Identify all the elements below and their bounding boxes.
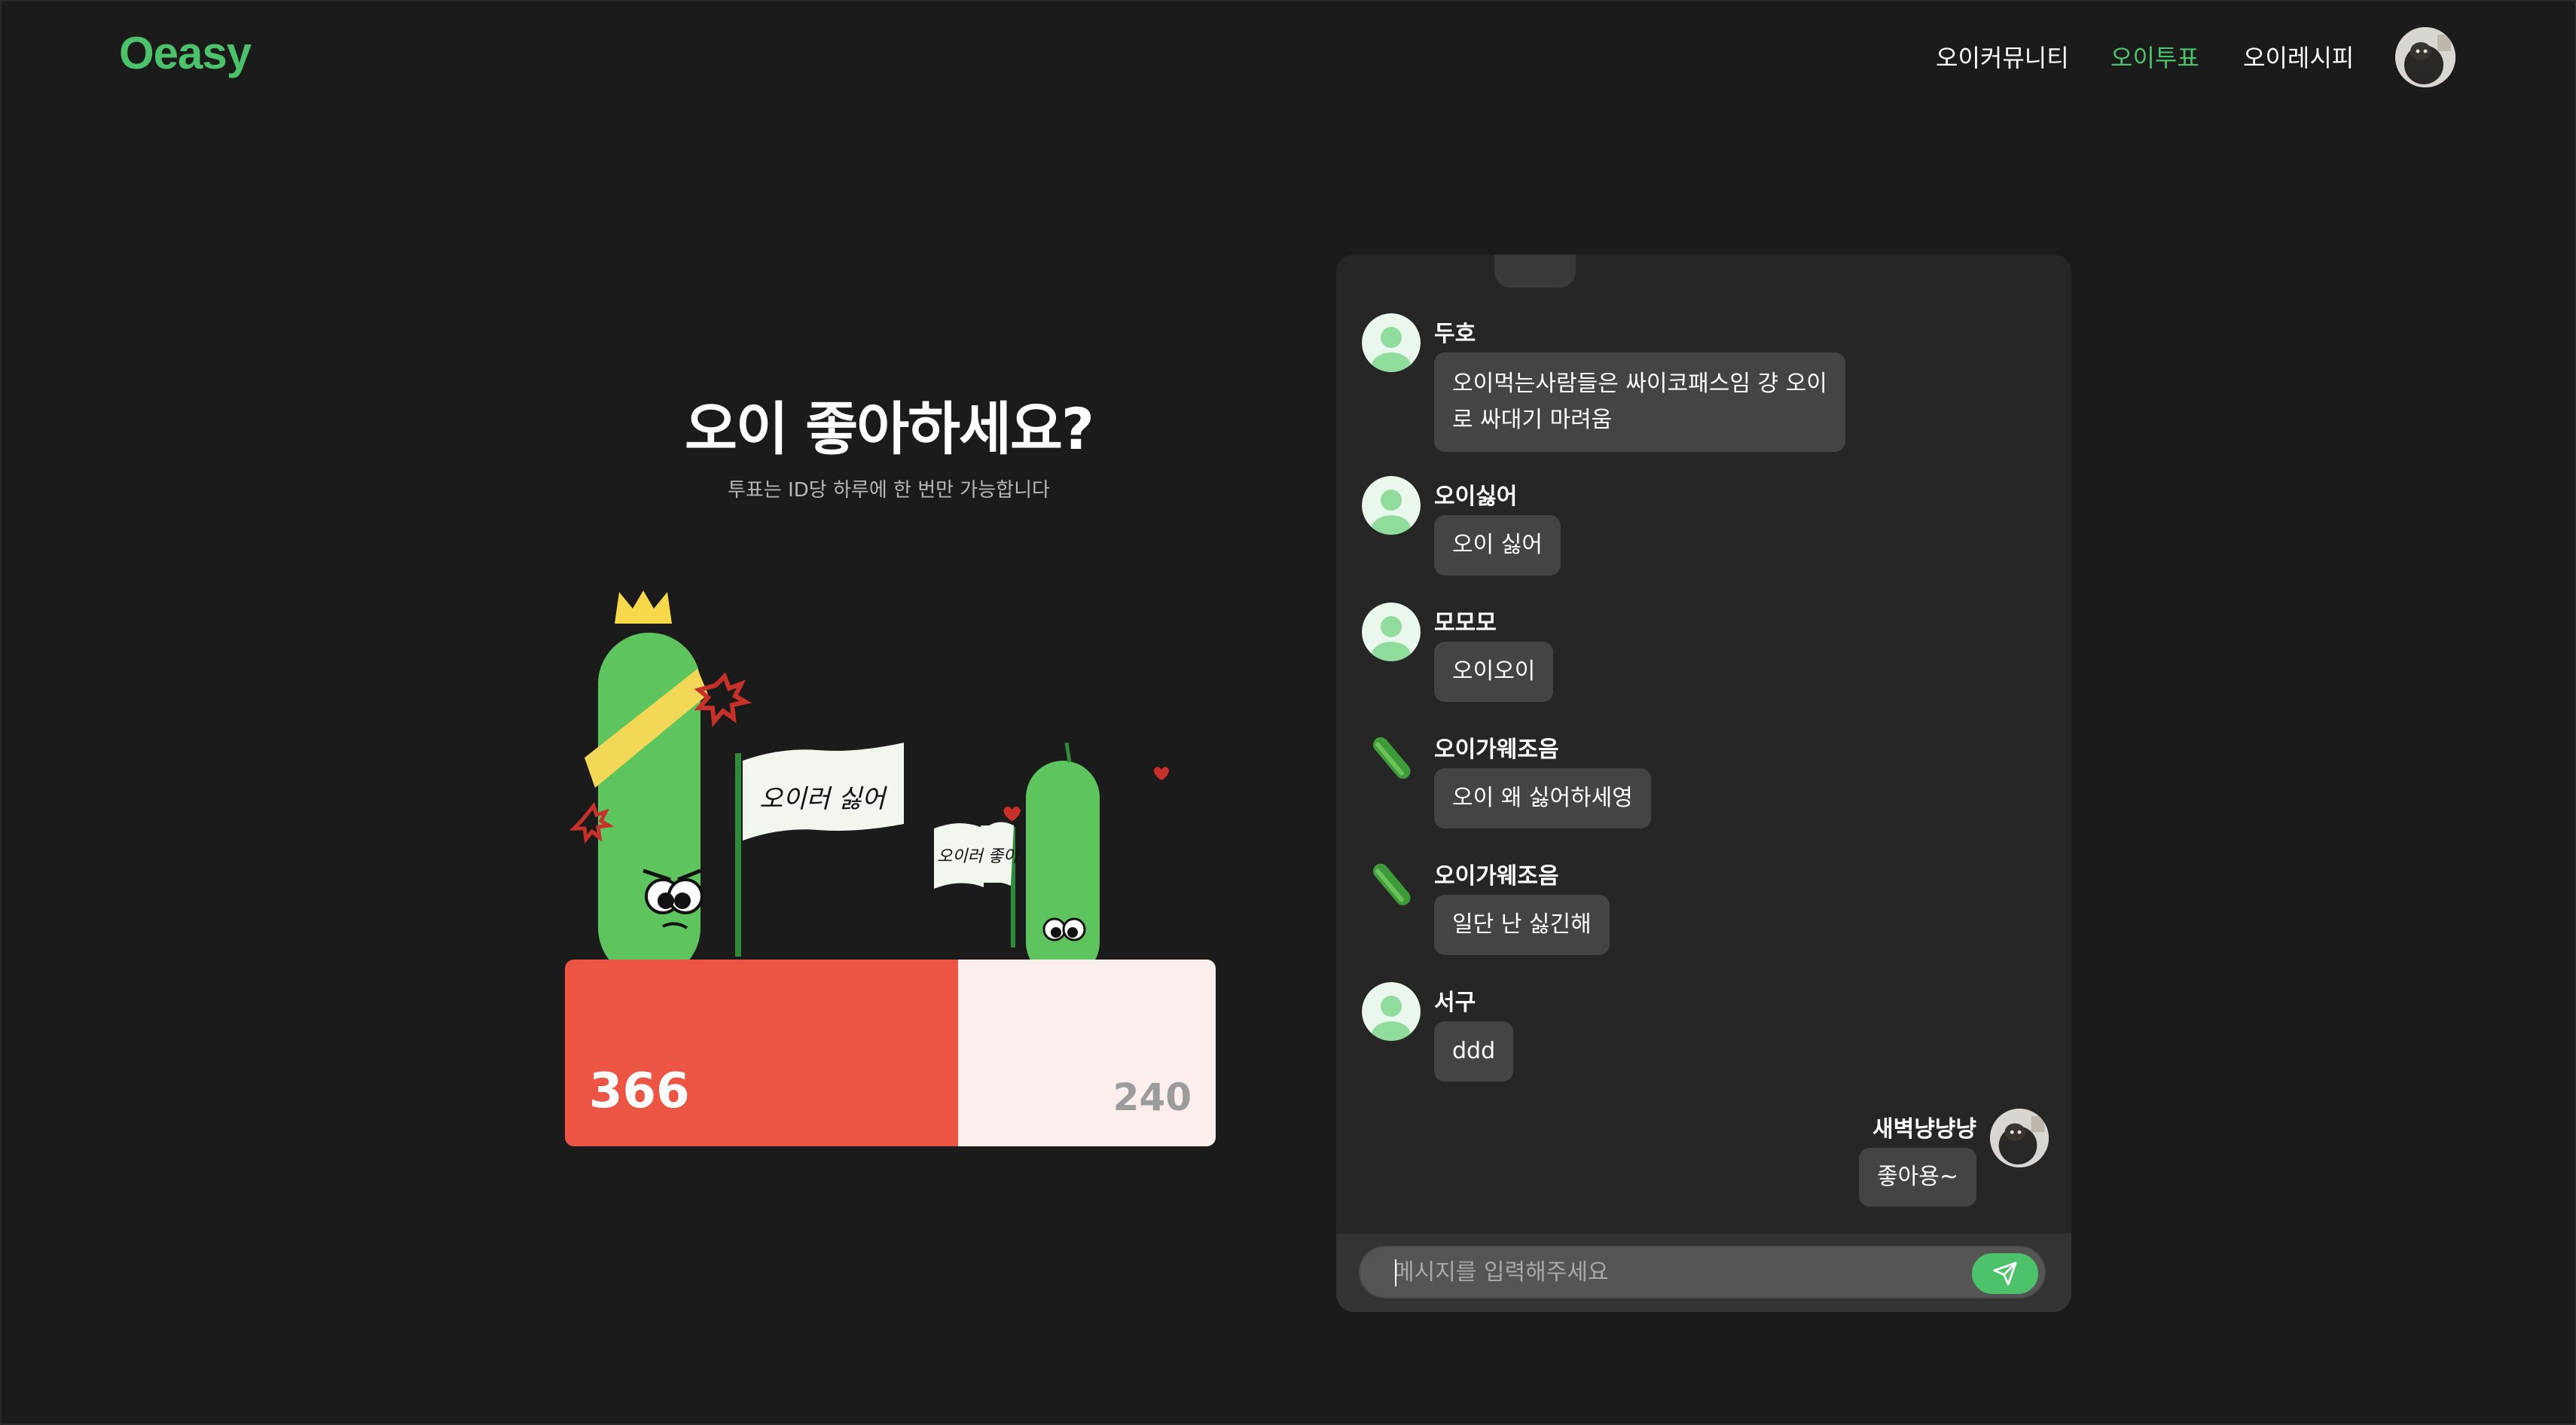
text-caret xyxy=(1395,1259,1396,1286)
send-button[interactable] xyxy=(1972,1253,2038,1294)
hate-flag: 오이러 싫어 xyxy=(735,743,904,957)
message-author: 오이가웨조음 xyxy=(1434,863,1559,889)
chat-message-input[interactable] xyxy=(1393,1247,1966,1297)
vote-subtitle: 투표는 ID당 하루에 한 번만 가능합니다 xyxy=(728,479,1050,502)
vote-title: 오이 좋아하세요? xyxy=(685,395,1094,462)
message-author: 모모모 xyxy=(1434,610,1497,636)
like-count: 240 xyxy=(1113,1076,1192,1119)
message-author: 새벽냥냥냥 xyxy=(1872,1116,1976,1143)
message-bubble: 오이 싫어 xyxy=(1434,515,1561,575)
message-bubble: 일단 난 싫긴해 xyxy=(1434,895,1610,955)
message-bubble: 오이오이 xyxy=(1434,642,1554,702)
dislike-count: 366 xyxy=(589,1063,690,1119)
message-author: 서구 xyxy=(1434,990,1476,1016)
happy-cucumber-icon xyxy=(1003,742,1169,964)
cucumber-avatar-icon xyxy=(1362,856,1421,914)
nav-vote[interactable]: 오이투표 xyxy=(2111,39,2199,74)
profile-avatar[interactable] xyxy=(2395,27,2455,87)
cucumber-avatar-icon xyxy=(1362,729,1421,788)
my-chat-message: 새벽냥냥냥 좋아용~ xyxy=(1747,1109,2049,1207)
chat-input-bar xyxy=(1336,1234,2071,1312)
dislike-vote-segment[interactable]: 366 xyxy=(565,960,958,1146)
like-vote-segment[interactable]: 240 xyxy=(957,960,1216,1146)
message-bubble: ddd xyxy=(1434,1021,1514,1082)
send-icon xyxy=(1993,1262,2017,1286)
chat-panel: 두호 오이먹는사람들은 싸이코패스임 걍 오이 로 싸대기 마려움 오이싫어 오… xyxy=(1336,255,2071,1312)
message-bubble: 좋아용~ xyxy=(1859,1148,1976,1207)
message-author: 오이싫어 xyxy=(1434,484,1518,510)
default-avatar-icon xyxy=(1362,982,1421,1041)
user-avatar-photo-icon xyxy=(2395,27,2455,87)
message-bubble: 오이 왜 싫어하세영 xyxy=(1434,768,1651,828)
logo[interactable]: Oeasy xyxy=(119,27,252,79)
default-avatar-icon xyxy=(1362,603,1421,661)
nav-recipe[interactable]: 오이레시피 xyxy=(2243,39,2354,74)
message-bubble: 오이먹는사람들은 싸이코패스임 걍 오이 로 싸대기 마려움 xyxy=(1434,352,1845,452)
app-frame xyxy=(0,0,2576,1425)
message-author: 두호 xyxy=(1434,321,1476,347)
default-avatar-icon xyxy=(1362,476,1421,535)
message-author: 오이가웨조음 xyxy=(1434,737,1559,763)
love-flag: 오이러 좋아 xyxy=(934,822,1021,947)
previous-message-bubble xyxy=(1494,255,1576,288)
vote-result-bar[interactable]: 366 240 xyxy=(565,960,1216,1146)
svg-text:오이러 좋아: 오이러 좋아 xyxy=(937,847,1021,866)
chat-input-wrapper xyxy=(1359,1246,2046,1298)
svg-text:오이러 싫어: 오이러 싫어 xyxy=(759,784,888,814)
cucumber-illustration: 오이러 싫어 오이러 좋아 xyxy=(569,590,1169,964)
nav-community[interactable]: 오이커뮤니티 xyxy=(1936,39,2069,74)
user-avatar-photo-icon xyxy=(1990,1109,2049,1167)
default-avatar-icon xyxy=(1362,313,1421,372)
angry-cucumber-icon xyxy=(569,590,752,964)
